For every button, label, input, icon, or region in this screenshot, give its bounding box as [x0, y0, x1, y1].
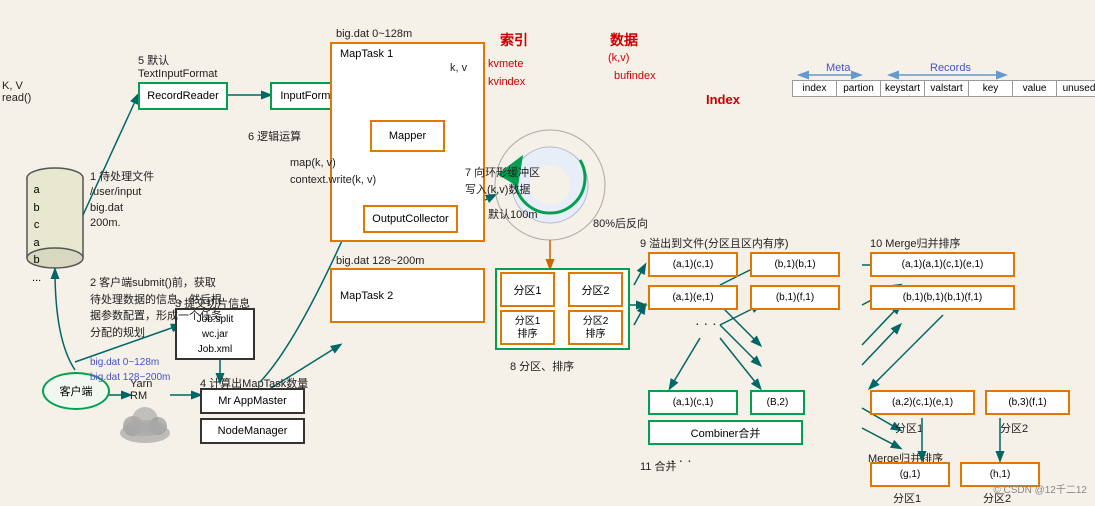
- spill-b1f1-box: (b,1)(f,1): [750, 285, 840, 310]
- write-buffer-label: 7 向环形缓冲区写入(k,v)数据: [465, 165, 540, 198]
- meta-partion-cell: partion: [837, 81, 881, 96]
- merge1-box: (a,1)(a,1)(c,1)(e,1): [870, 252, 1015, 277]
- meta-key-cell: key: [969, 81, 1013, 96]
- merge2-box: (b,1)(b,1)(b,1)(f,1): [870, 285, 1015, 310]
- input-file-content: a b c a b ...: [32, 182, 41, 288]
- bufindex-label: bufindex: [614, 70, 656, 82]
- sort-label: 8 分区、排序: [510, 358, 574, 374]
- spill-a1c1-box: (a,1)(c,1): [648, 252, 738, 277]
- spill-label: 9 溢出到文件(分区且区内有序): [640, 235, 789, 251]
- kvindex-label: kvindex: [488, 76, 525, 88]
- meta-keystart-cell: keystart: [881, 81, 925, 96]
- index-ring-label: Index: [706, 92, 740, 107]
- submit-info-label: 2 客户端submit()前，获取待处理数据的信息，然后根据参数配置，形成一个任…: [90, 275, 235, 341]
- node-manager-box: NodeManager: [200, 418, 305, 444]
- file-refs-label: big.dat 0~128mbig.dat 128~200m: [90, 355, 170, 385]
- kv-read-label: K, Vread(): [2, 80, 31, 104]
- combiner-p1-label: 分区1: [895, 420, 923, 436]
- meta-table: index partion keystart valstart key valu…: [792, 80, 1095, 97]
- combiner-a1c1-box: (a,1)(c,1): [648, 390, 738, 415]
- partition2-box: 分区2: [568, 272, 623, 307]
- records-label: Records: [930, 62, 971, 74]
- logic-op-label: 6 逻辑运算: [248, 128, 301, 144]
- merge-label: 10 Merge归并排序: [870, 235, 960, 251]
- combiner-p2-label: 分区2: [1000, 420, 1028, 436]
- default-100m-label: 默认100m: [488, 206, 538, 222]
- partition1-sort-box: 分区1排序: [500, 310, 555, 345]
- partition2-sort-box: 分区2排序: [568, 310, 623, 345]
- mapper-box: Mapper: [370, 120, 445, 152]
- meta-index-cell: index: [793, 81, 837, 96]
- meta-value-cell: value: [1013, 81, 1057, 96]
- cloud-icon: [118, 398, 173, 443]
- partition1-box: 分区1: [500, 272, 555, 307]
- percent-80-label: 80%后反向: [593, 215, 648, 231]
- spill-b1b1-box: (b,1)(b,1): [750, 252, 840, 277]
- final-p1-label: 分区1: [893, 490, 921, 506]
- combiner-merge2-box: (b,3)(f,1): [985, 390, 1070, 415]
- diagram: a b c a b ... 1 待处理文件/user/inputbig.dat2…: [0, 0, 1095, 500]
- big-dat-1-label: big.dat 0~128m: [336, 28, 412, 40]
- index-title: 索引: [500, 30, 528, 50]
- dots2-label: · · ·: [670, 452, 692, 468]
- combiner-B2-box: (B,2): [750, 390, 805, 415]
- kvmete-label: kvmete: [488, 58, 523, 70]
- output-collector-box: OutputCollector: [363, 205, 458, 233]
- record-reader-box: RecordReader: [138, 82, 228, 110]
- default-format-label: 5 默认TextInputFormat: [138, 52, 217, 80]
- footer: © CSDN @12千二12: [993, 481, 1087, 496]
- app-master-box: Mr AppMaster: [200, 388, 305, 414]
- input-file-label: 1 待处理文件/user/inputbig.dat200m.: [90, 170, 210, 232]
- dots1-label: · · ·: [695, 315, 717, 331]
- kv-label: k, v: [450, 62, 467, 74]
- combiner-merge1-box: (a,2)(c,1)(e,1): [870, 390, 975, 415]
- big-dat-2-label: big.dat 128~200m: [336, 255, 424, 267]
- meta-label: Meta: [826, 62, 850, 74]
- data-title: 数据: [610, 30, 638, 50]
- meta-valstart-cell: valstart: [925, 81, 969, 96]
- meta-unused-cell: unused: [1057, 81, 1095, 96]
- kv-data-label: (k,v): [608, 52, 629, 64]
- combiner-label-box: Combiner合并: [648, 420, 803, 445]
- maptask2-box: MapTask 2: [330, 268, 485, 323]
- map-context-label: map(k, v)context.write(k, v): [290, 155, 376, 188]
- final-g1-box: (g,1): [870, 462, 950, 487]
- spill-a1e1-box: (a,1)(e,1): [648, 285, 738, 310]
